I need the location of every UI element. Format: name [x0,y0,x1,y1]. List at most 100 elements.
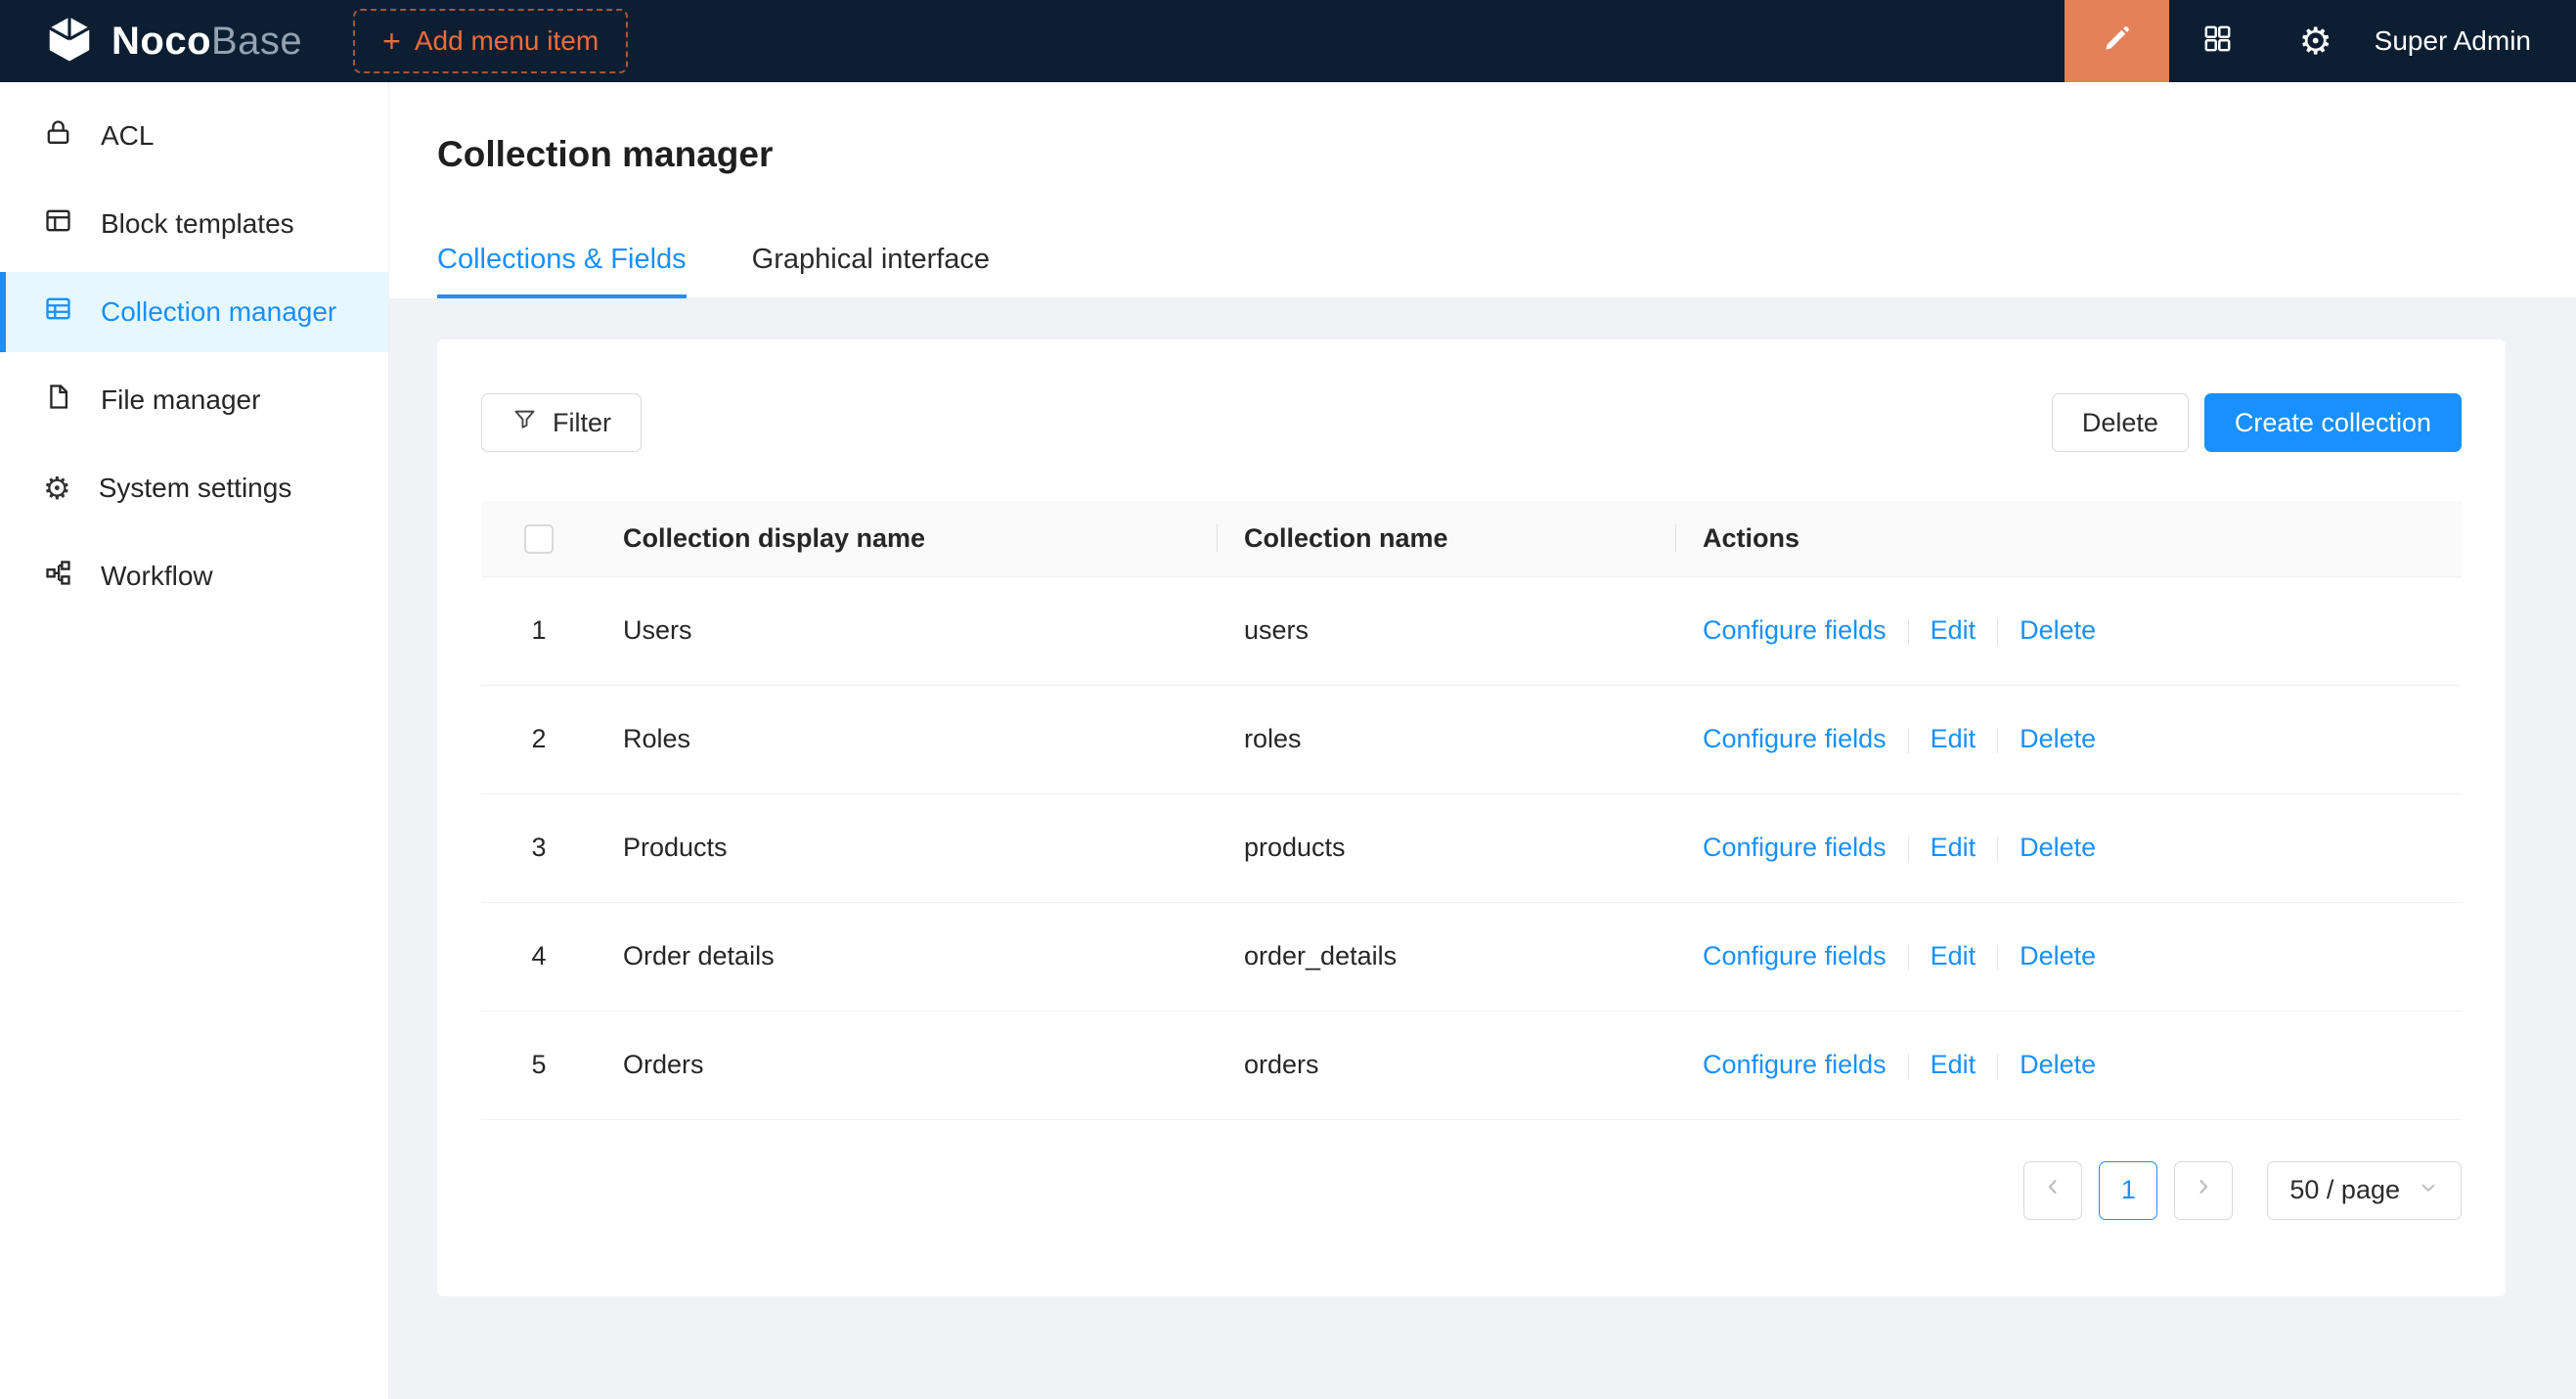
cell-actions: Configure fields Edit Delete [1676,902,2462,1011]
delete-link[interactable]: Delete [2020,724,2096,753]
edit-link[interactable]: Edit [1931,724,1976,753]
cell-actions: Configure fields Edit Delete [1676,1011,2462,1119]
create-collection-button[interactable]: Create collection [2204,393,2462,452]
table-row: 3 Products products Configure fields Edit… [481,793,2462,902]
top-header: NocoBase + Add menu item [0,0,2576,82]
workflow-icon [43,558,73,595]
sidebar-item-system-settings[interactable]: ⚙ System settings [0,448,388,528]
configure-fields-link[interactable]: Configure fields [1703,941,1887,970]
filter-button[interactable]: Filter [481,393,642,452]
chevron-left-icon [2041,1175,2065,1205]
row-index: 5 [481,1011,597,1119]
cell-display-name: Products [597,793,1218,902]
delete-link[interactable]: Delete [2020,941,2096,970]
content-area: Filter Delete Create collection [389,298,2576,1399]
divider [1908,1054,1909,1079]
tab-graphical-interface[interactable]: Graphical interface [752,243,990,297]
filter-icon [511,406,538,439]
divider [1908,945,1909,970]
row-index: 2 [481,685,597,793]
edit-link[interactable]: Edit [1931,615,1976,645]
page-size-select[interactable]: 50 / page [2267,1161,2462,1220]
delete-link[interactable]: Delete [2020,1050,2096,1079]
configure-fields-link[interactable]: Configure fields [1703,724,1887,753]
delete-button[interactable]: Delete [2052,393,2189,452]
sidebar-item-acl[interactable]: ACL [0,96,388,176]
cell-name: products [1218,793,1676,902]
row-index: 4 [481,902,597,1011]
tab-collections-fields[interactable]: Collections & Fields [437,243,687,297]
edit-link[interactable]: Edit [1931,941,1976,970]
toolbar-right: Delete Create collection [2052,393,2462,452]
collections-card: Filter Delete Create collection [437,339,2506,1296]
card-toolbar: Filter Delete Create collection [481,393,2462,452]
column-header-actions: Actions [1676,501,2462,576]
nocobase-logo[interactable]: NocoBase [0,13,302,70]
add-menu-item-button[interactable]: + Add menu item [353,9,628,73]
next-page-button[interactable] [2174,1161,2233,1220]
sidebar-item-block-templates[interactable]: Block templates [0,184,388,264]
pagination: 1 50 / page [481,1161,2462,1220]
plugins-button[interactable] [2169,0,2267,82]
divider [1997,836,1998,862]
divider [1908,836,1909,862]
table-row: 2 Roles roles Configure fields Edit Delete [481,685,2462,793]
cell-name: users [1218,576,1676,685]
row-index: 3 [481,793,597,902]
table-row: 4 Order details order_details Configure … [481,902,2462,1011]
table-row: 1 Users users Configure fieldsEditDelete [481,576,2462,685]
sidebar-item-label: Block templates [101,208,294,240]
edit-link[interactable]: Edit [1931,833,1976,862]
lock-icon [43,117,73,155]
sidebar-item-label: Workflow [101,561,213,592]
sidebar-item-label: ACL [101,120,154,152]
configure-fields-link[interactable]: Configure fields [1703,1050,1887,1079]
cell-actions: Configure fields Edit Delete [1676,685,2462,793]
divider [1997,728,1998,753]
edit-link[interactable]: Edit [1931,1050,1976,1079]
prev-page-button[interactable] [2023,1161,2082,1220]
configure-fields-link[interactable]: Configure fields [1703,615,1887,645]
sidebar-item-label: File manager [101,384,260,416]
table-row: 5 Orders orders Configure fields Edit Dele… [481,1011,2462,1119]
configure-fields-link[interactable]: Configure fields [1703,833,1887,862]
settings-sidebar: ACL Block templates Collection manager [0,82,389,1399]
file-icon [43,382,73,419]
pencil-icon [2100,23,2133,61]
page-size-value: 50 / page [2289,1175,2400,1205]
delete-link[interactable]: Delete [2020,615,2096,645]
sidebar-item-label: Collection manager [101,296,336,328]
page-header: Collection manager Collections & Fields … [389,82,2576,298]
column-header-display-name: Collection display name [597,501,1218,576]
header-actions: ⚙ Super Admin [2065,0,2576,82]
sidebar-item-file-manager[interactable]: File manager [0,360,388,440]
table-icon [43,293,73,331]
ui-editor-button[interactable] [2065,0,2169,82]
divider [1908,619,1909,645]
settings-button[interactable]: ⚙ [2267,0,2365,82]
current-user[interactable]: Super Admin [2365,25,2576,57]
cell-display-name: Order details [597,902,1218,1011]
cell-display-name: Roles [597,685,1218,793]
page-1-button[interactable]: 1 [2099,1161,2157,1220]
chevron-down-icon [2418,1175,2439,1205]
cell-name: order_details [1218,902,1676,1011]
cell-actions: Configure fields Edit Delete [1676,576,2462,685]
cell-name: orders [1218,1011,1676,1119]
layout-icon [43,205,73,243]
page-title: Collection manager [437,133,2576,176]
cell-name: roles [1218,685,1676,793]
chevron-right-icon [2192,1175,2215,1205]
row-index: 1 [481,576,597,685]
nocobase-logo-icon [43,13,96,70]
cell-actions: Configure fields Edit Delete [1676,793,2462,902]
sidebar-item-collection-manager[interactable]: Collection manager [0,272,388,352]
sidebar-item-workflow[interactable]: Workflow [0,536,388,616]
delete-link[interactable]: Delete [2020,833,2096,862]
grid-icon [2201,23,2234,60]
divider [1908,728,1909,753]
divider [1997,1054,1998,1079]
gear-icon: ⚙ [43,473,71,504]
cell-display-name: Orders [597,1011,1218,1119]
select-all-checkbox[interactable] [524,524,554,554]
